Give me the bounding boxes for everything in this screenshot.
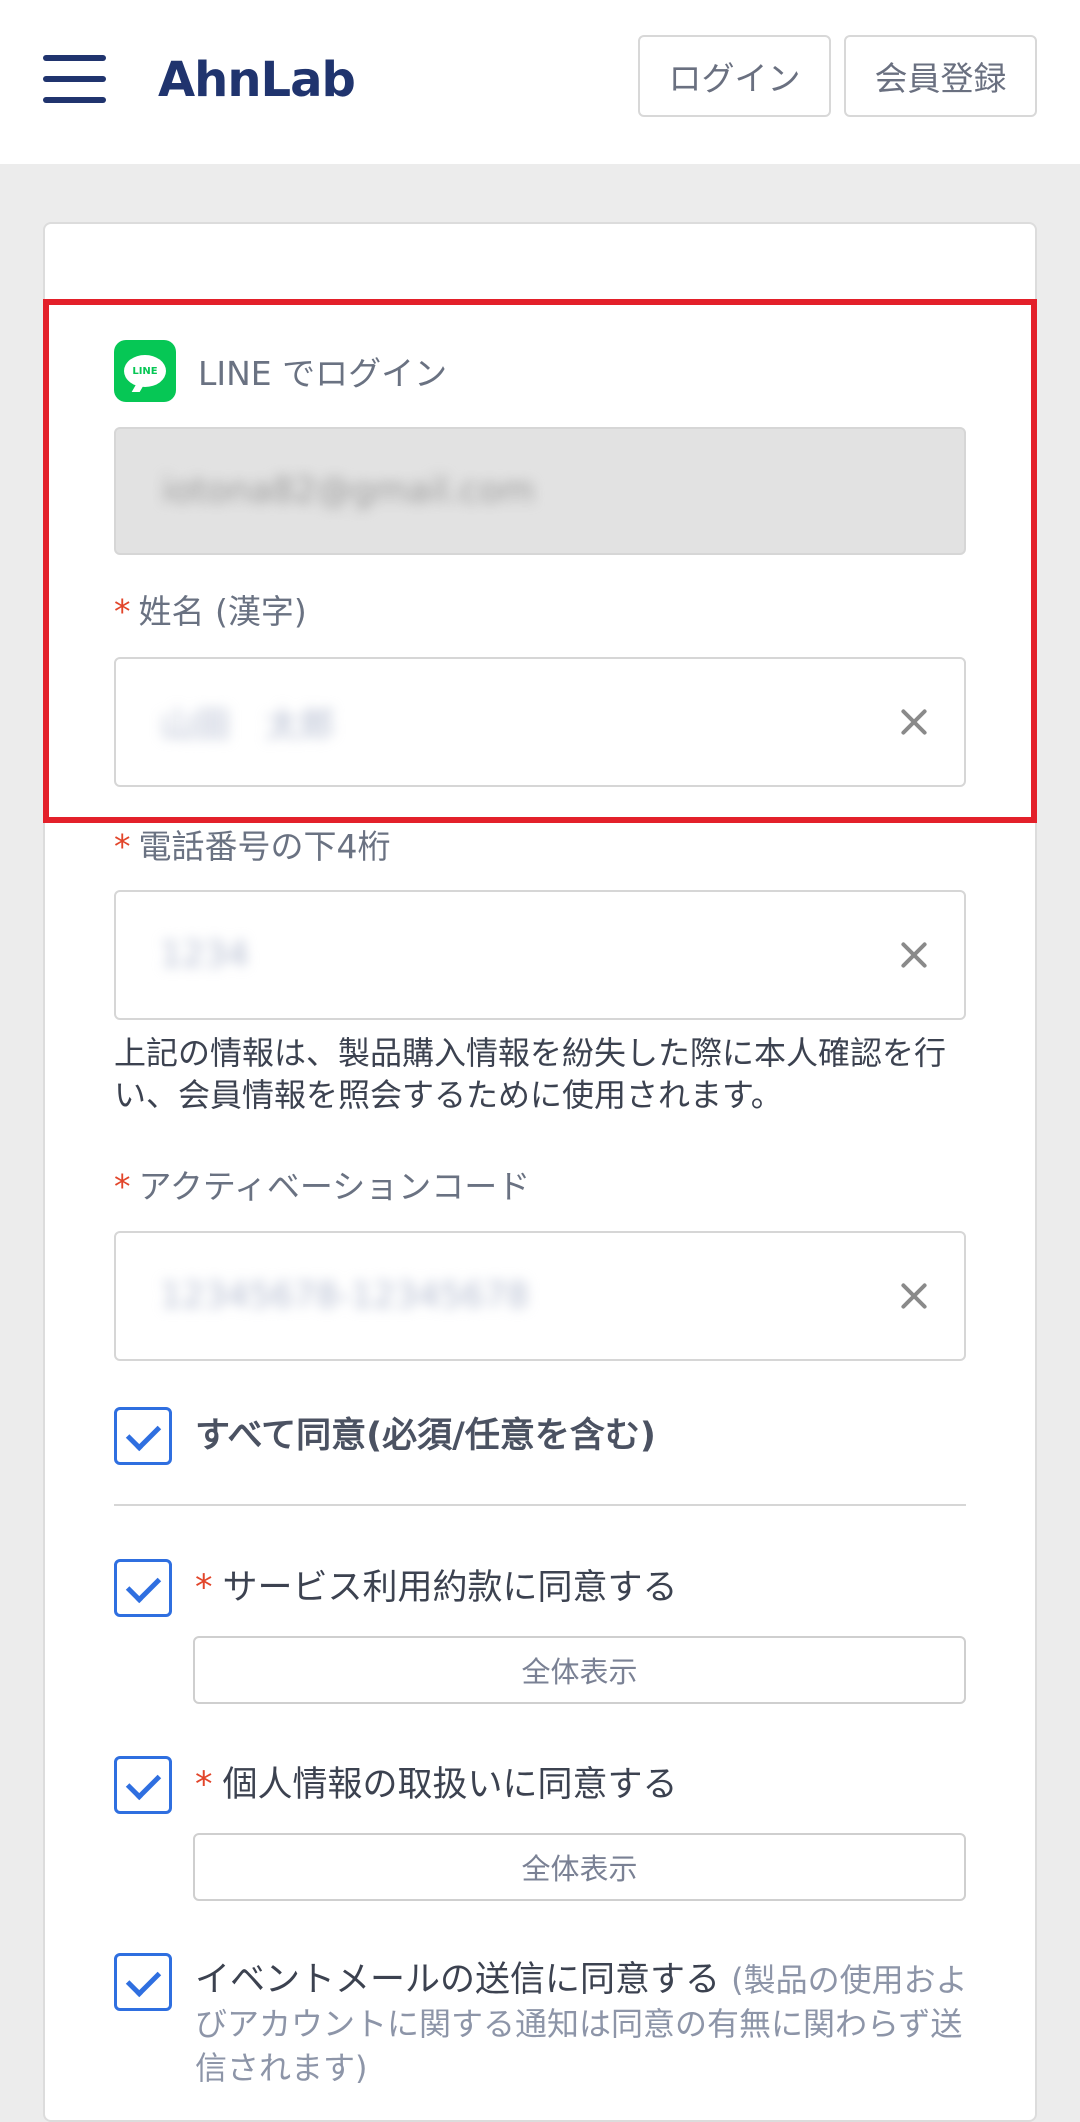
terms-checkbox[interactable] <box>114 1559 172 1617</box>
terms-view-all-button[interactable]: 全体表示 <box>193 1636 966 1704</box>
required-mark: * <box>114 1167 131 1206</box>
clear-icon[interactable] <box>900 708 928 736</box>
phone-label: * 電話番号の下4桁 <box>114 825 391 869</box>
terms-label[interactable]: * サービス利用約款に同意する <box>195 1565 678 1611</box>
required-mark: * <box>114 827 131 866</box>
top-header: AhnLab ログイン 会員登録 <box>0 0 1080 164</box>
event-mail-checkbox[interactable] <box>114 1953 172 2011</box>
menu-icon[interactable] <box>43 55 106 103</box>
activation-value: 12345678-12345678 <box>160 1276 529 1316</box>
name-value: 山田 太郎 <box>160 705 336 746</box>
agree-all-checkbox[interactable] <box>114 1407 172 1465</box>
line-login-row: LINE LINE でログイン <box>114 340 447 402</box>
line-login-label: LINE でログイン <box>198 354 448 393</box>
privacy-label-text: 個人情報の取扱いに同意する <box>222 1765 678 1805</box>
clear-icon[interactable] <box>900 1282 928 1310</box>
required-mark: * <box>195 1765 213 1805</box>
info-text: 上記の情報は、製品購入情報を紛失した際に本人確認を行い、会員情報を照会するために… <box>114 1034 947 1114</box>
logo[interactable]: AhnLab <box>158 50 356 110</box>
signup-button[interactable]: 会員登録 <box>844 35 1037 117</box>
privacy-checkbox[interactable] <box>114 1756 172 1814</box>
activation-label-text: アクティベーションコード <box>138 1167 531 1206</box>
name-input[interactable]: 山田 太郎 <box>114 657 966 787</box>
privacy-view-all-button[interactable]: 全体表示 <box>193 1833 966 1901</box>
name-label-text: 姓名 (漢字) <box>138 592 307 631</box>
line-icon: LINE <box>114 340 176 402</box>
activation-label: * アクティベーションコード <box>114 1165 530 1209</box>
line-icon-text: LINE <box>124 355 166 387</box>
login-button[interactable]: ログイン <box>638 35 831 117</box>
agree-all-label[interactable]: すべて同意(必須/任意を含む) <box>195 1413 656 1459</box>
event-mail-label-text: イベントメールの送信に同意する <box>195 1960 721 2000</box>
phone-input[interactable]: 1234 <box>114 890 966 1020</box>
required-mark: * <box>195 1568 213 1608</box>
email-field: iotona82@gmail.com <box>114 427 966 555</box>
event-mail-label[interactable]: イベントメールの送信に同意する (製品の使用およびアカウントに関する通知は同意の… <box>195 1958 975 2090</box>
divider <box>114 1504 966 1506</box>
clear-icon[interactable] <box>900 941 928 969</box>
activation-input[interactable]: 12345678-12345678 <box>114 1231 966 1361</box>
privacy-label[interactable]: * 個人情報の取扱いに同意する <box>195 1762 678 1808</box>
required-mark: * <box>114 592 131 631</box>
email-value: iotona82@gmail.com <box>162 471 535 511</box>
terms-label-text: サービス利用約款に同意する <box>222 1568 678 1608</box>
phone-value: 1234 <box>160 935 250 975</box>
name-label: * 姓名 (漢字) <box>114 590 307 634</box>
phone-label-text: 電話番号の下4桁 <box>138 827 391 866</box>
